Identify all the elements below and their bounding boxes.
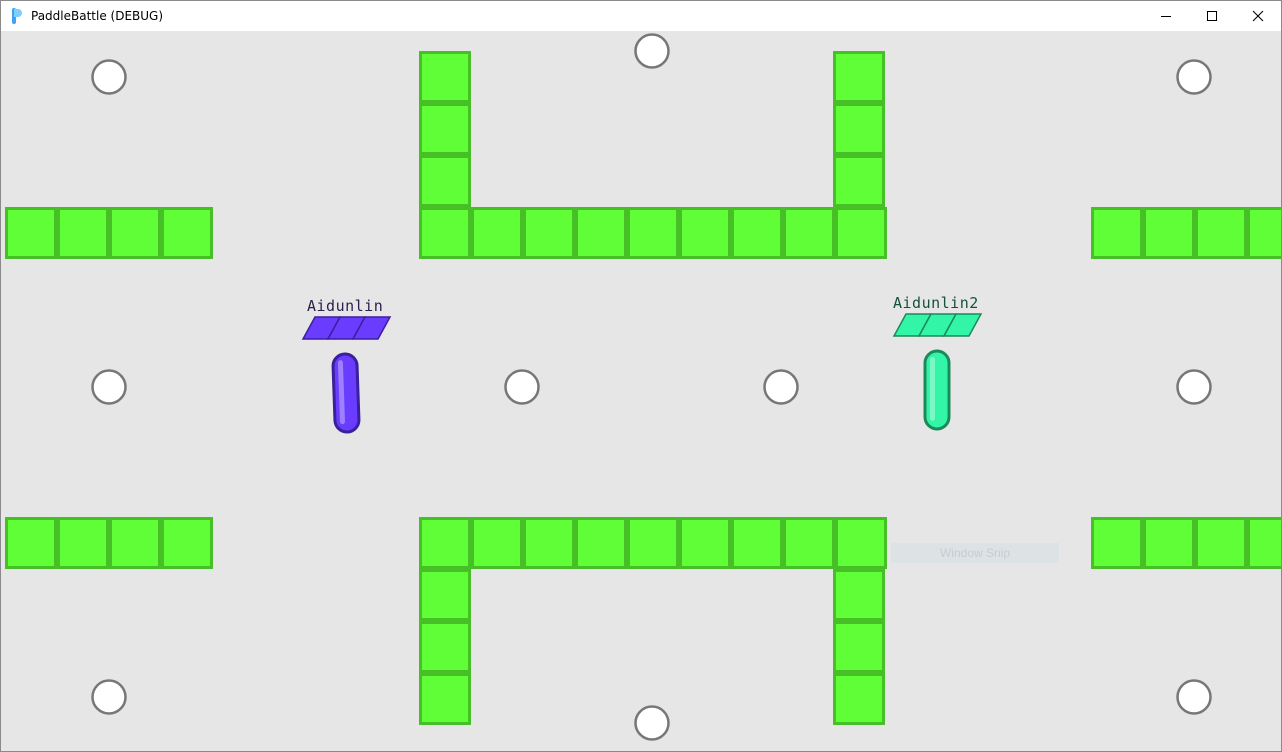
wall-block [1143,207,1195,259]
wall-block [419,621,471,673]
wall-block [419,51,471,103]
wall-block [627,207,679,259]
maximize-icon [1207,11,1217,21]
bumper-peg [1176,679,1212,715]
wall-block [109,207,161,259]
wall-block [57,517,109,569]
wall-block [835,517,887,569]
wall-block [1091,207,1143,259]
game-window: PaddleBattle (DEBUG) Aidunlin Aidunlin2 … [0,0,1282,752]
wall-block [731,207,783,259]
player-1-paddle [331,352,361,434]
wall-block [1091,517,1143,569]
wall-block [5,207,57,259]
bumper-peg [634,33,670,69]
wall-block [419,517,471,569]
wall-block [783,207,835,259]
wall-block [523,517,575,569]
wall-block [57,207,109,259]
wall-block [679,207,731,259]
wall-block [833,569,885,621]
wall-block [1247,207,1281,259]
game-arena[interactable]: Aidunlin Aidunlin2 Window Snip [1,31,1281,751]
wall-block [419,207,471,259]
wall-block [1195,517,1247,569]
bumper-peg [1176,59,1212,95]
wall-block [109,517,161,569]
arena-canvas [5,33,1281,741]
wall-block [835,207,887,259]
wall-block [523,207,575,259]
wall-block [833,51,885,103]
wall-block [833,673,885,725]
window-title: PaddleBattle (DEBUG) [31,9,164,23]
window-snip-overlay: Window Snip [891,543,1059,563]
wall-block [627,517,679,569]
wall-block [833,155,885,207]
wall-block [419,155,471,207]
bumper-peg [763,369,799,405]
wall-block [1247,517,1281,569]
player-2-paddle [923,349,951,431]
wall-block [471,207,523,259]
close-button[interactable] [1235,1,1281,31]
wall-block [731,517,783,569]
wall-block [833,103,885,155]
minimize-icon [1161,16,1171,17]
wall-block [419,569,471,621]
wall-block [419,103,471,155]
bumper-peg [91,59,127,95]
wall-block [1143,517,1195,569]
bumper-peg [504,369,540,405]
bumper-peg [634,705,670,741]
close-icon [1252,10,1264,22]
bumper-peg [91,679,127,715]
wall-block [833,621,885,673]
wall-block [5,517,57,569]
maximize-button[interactable] [1189,1,1235,31]
wall-block [161,207,213,259]
paddle-highlight [930,357,935,421]
player-1-name: Aidunlin [307,297,384,315]
bumper-peg [1176,369,1212,405]
player-2-name: Aidunlin2 [893,294,979,312]
wall-block [1195,207,1247,259]
minimize-button[interactable] [1143,1,1189,31]
wall-block [161,517,213,569]
bumper-peg [91,369,127,405]
wall-block [575,207,627,259]
wall-block [419,673,471,725]
wall-block [471,517,523,569]
wall-block [783,517,835,569]
app-icon [12,8,22,24]
wall-block [679,517,731,569]
wall-block [575,517,627,569]
player-2-paddle-group [923,349,951,431]
player-1-paddle-group [331,352,361,434]
title-bar[interactable]: PaddleBattle (DEBUG) [1,1,1281,31]
